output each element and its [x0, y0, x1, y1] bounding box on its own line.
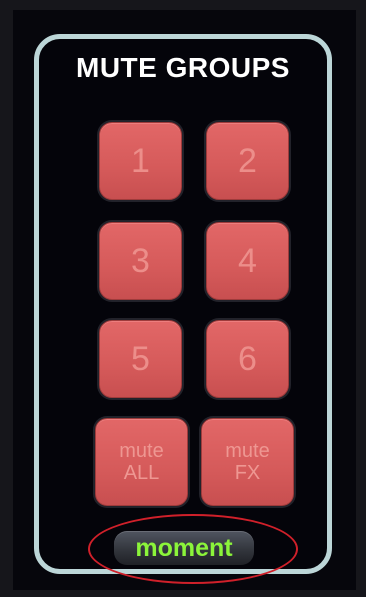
- mute-fx-label-bottom: FX: [234, 462, 261, 484]
- mute-all-label-top: mute: [119, 440, 164, 462]
- moment-button[interactable]: moment: [114, 531, 254, 565]
- mute-fx-label-top: mute: [225, 440, 270, 462]
- panel-title: MUTE GROUPS: [76, 52, 290, 83]
- mute-all-label-bottom: ALL: [123, 462, 160, 484]
- mute-group-3-button[interactable]: 3: [99, 222, 182, 300]
- mute-all-button[interactable]: mute ALL: [95, 418, 188, 506]
- mute-group-5-button[interactable]: 5: [99, 320, 182, 398]
- mute-group-1-button[interactable]: 1: [99, 122, 182, 200]
- mute-group-6-button[interactable]: 6: [206, 320, 289, 398]
- mute-fx-button[interactable]: mute FX: [201, 418, 294, 506]
- mute-group-2-button[interactable]: 2: [206, 122, 289, 200]
- mute-group-4-button[interactable]: 4: [206, 222, 289, 300]
